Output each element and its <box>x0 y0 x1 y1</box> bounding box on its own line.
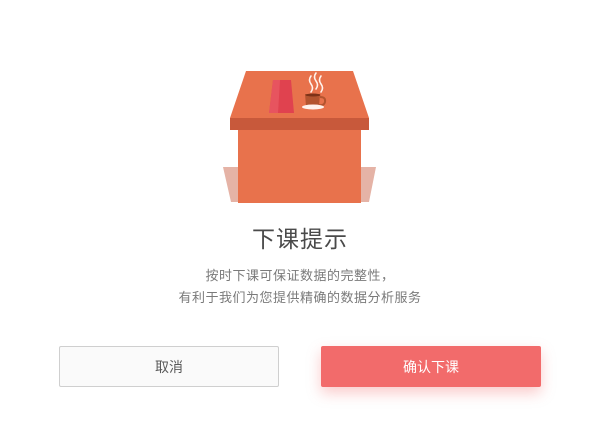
dialog-description-line1: 按时下课可保证数据的完整性， <box>205 269 395 284</box>
cancel-button-label: 取消 <box>155 359 183 376</box>
dialog-description-line2: 有利于我们为您提供精确的数据分析服务 <box>178 291 422 306</box>
desk-shadow-right <box>361 167 376 202</box>
confirm-end-class-button[interactable]: 确认下课 <box>321 346 541 387</box>
desk-illustration-icon <box>223 71 376 203</box>
dialog-title: 下课提示 <box>252 227 348 253</box>
desk-body <box>238 128 361 203</box>
class-end-dialog: 下课提示 按时下课可保证数据的完整性， 有利于我们为您提供精确的数据分析服务 取… <box>0 0 600 432</box>
confirm-button-label: 确认下课 <box>403 359 459 376</box>
desk-edge <box>230 118 369 130</box>
desk-shadow-left <box>223 167 238 202</box>
desk-top <box>230 71 369 118</box>
cancel-button[interactable]: 取消 <box>59 346 279 387</box>
